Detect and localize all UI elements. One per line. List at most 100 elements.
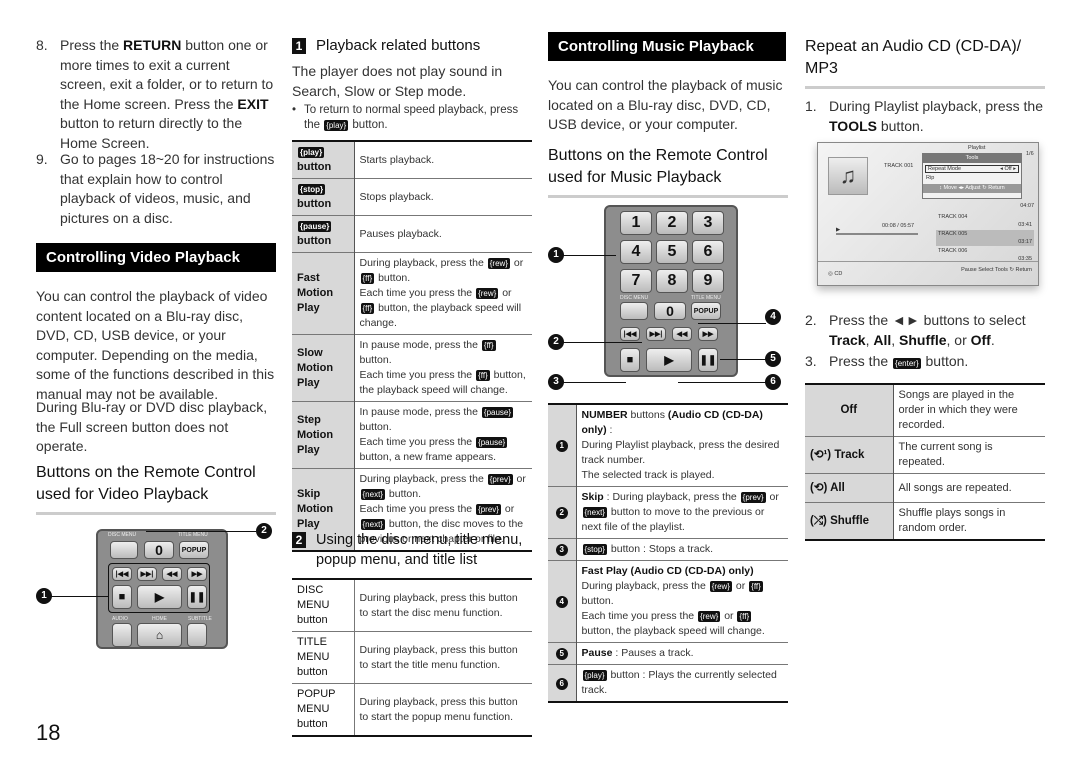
table-row: Off Songs are played in the order in whic… — [805, 383, 1045, 437]
next-key: ▶▶| — [137, 567, 157, 581]
callout-4: 4 — [765, 309, 781, 325]
ff-button-icon: {ff} — [749, 581, 763, 592]
play-key: ▶ — [646, 348, 692, 372]
row-description: Shuffle plays songs in random order. — [893, 502, 1045, 540]
row-description: During playback, press this button to st… — [353, 578, 532, 632]
playback-buttons-table: {play} button Starts playback. {stop} butt… — [292, 140, 532, 552]
row-label: POPUP MENU button — [292, 683, 354, 736]
subtitle-label: SUBTITLE — [188, 616, 212, 622]
table-row: (⟲) All All songs are repeated. — [805, 473, 1045, 503]
prev-button-icon: {prev} — [476, 504, 501, 515]
row-description: During playback, press this button to st… — [353, 631, 532, 684]
row-description: During playback, press the {rew} or {ff}… — [354, 252, 532, 335]
row-description: Stops playback. — [354, 178, 532, 216]
zero-key: 0 — [654, 302, 686, 320]
table-row: TITLE MENU button During playback, press … — [292, 631, 532, 684]
audio-key — [112, 623, 132, 647]
table-row: 4 Fast Play (Audio CD (CD-DA) only) During… — [548, 560, 788, 643]
table-row: {stop} button Stops playback. — [292, 178, 532, 216]
row-description: {play} button : Plays the currently sele… — [576, 664, 788, 702]
ff-button-icon: {ff} — [476, 370, 490, 381]
number-key-6: 6 — [692, 240, 724, 264]
step-2: 2. Press the ◄► buttons to select Track, … — [805, 312, 1026, 348]
table-row: Step Motion Play In pause mode, press the… — [292, 401, 532, 469]
rew-button-icon: {rew} — [476, 288, 499, 299]
row-description: NUMBER buttons (Audio CD (CD-DA) only) :… — [576, 403, 788, 487]
audio-label: AUDIO — [112, 616, 128, 622]
track-name: TRACK 006 — [938, 248, 968, 254]
row-description: The current song is repeated. — [893, 436, 1045, 474]
play-button-icon: {play} — [582, 670, 607, 681]
repeat-mode-option[interactable]: Repeat Mode ◂ Off ▸ — [925, 165, 1019, 173]
step-3-text: Press the {enter} button. — [829, 353, 969, 369]
play-button-icon: {play} — [298, 147, 325, 158]
number-key-1: 1 — [620, 211, 652, 235]
table-row: DISC MENU button During playback, press t… — [292, 578, 532, 632]
home-label: HOME — [152, 616, 167, 622]
page-number: 18 — [36, 720, 61, 745]
row-label: Step Motion Play — [292, 401, 355, 469]
table-row: 5 Pause : Pauses a track. — [548, 642, 788, 665]
number-key-8: 8 — [656, 269, 688, 293]
repeat-modes-table: Off Songs are played in the order in whic… — [805, 383, 1045, 541]
remote-heading-video: Buttons on the Remote Control used for V… — [36, 462, 276, 515]
callout-2: 2 — [548, 334, 564, 350]
music-buttons-table: 1 NUMBER buttons (Audio CD (CD-DA) only) … — [548, 403, 788, 703]
stop-key: ■ — [620, 348, 640, 372]
mode-label: Shuffle — [830, 514, 870, 527]
table-row: 3 {stop} button : Stops a track. — [548, 538, 788, 561]
bullet-text: To return to normal speed playback, pres… — [304, 104, 519, 131]
ff-button-icon: {ff} — [360, 273, 375, 284]
section-header-video: Controlling Video Playback — [36, 243, 276, 272]
repeat-all-icon: (⟲) — [810, 481, 831, 494]
rip-option[interactable]: Rip — [923, 175, 1021, 181]
playlist-track[interactable]: TRACK 004 03:41 — [936, 213, 1034, 229]
repeat-one-icon: (⟲¹) — [810, 448, 835, 461]
title-menu-label: TITLE MENU — [691, 295, 721, 301]
callout-number: 6 — [555, 677, 568, 690]
table-row: POPUP MENU button During playback, press … — [292, 683, 532, 736]
prev-button-icon: {prev} — [740, 492, 766, 503]
prev-button-icon: {prev} — [487, 474, 513, 485]
disc-icon: ◎ — [828, 271, 833, 277]
menu-buttons-table: DISC MENU button During playback, press t… — [292, 578, 532, 737]
row-label: {pause} button — [292, 215, 355, 253]
row-description: All songs are repeated. — [893, 473, 1045, 503]
callout-number: 5 — [555, 648, 568, 660]
disc-menu-label: DISC MENU — [108, 532, 137, 538]
track-duration: 03:17 — [1018, 239, 1032, 245]
rew-button-icon: {rew} — [709, 581, 732, 592]
table-row: (⟲¹) Track The current song is repeated. — [805, 436, 1045, 474]
zero-key: 0 — [144, 541, 174, 559]
track-name: TRACK 005 — [938, 231, 968, 237]
track-name: TRACK 004 — [938, 214, 968, 220]
note: The player does not play sound in Search… — [292, 63, 503, 99]
section-2-title: 2 Using the disc menu, title menu, popup … — [292, 530, 532, 570]
play-key: ▶ — [137, 585, 182, 609]
row-description: Skip : During playback, press the {prev}… — [576, 486, 788, 539]
mode-label: Track — [834, 448, 865, 461]
step-1: 1. During Playlist playback, press the TO… — [805, 98, 1043, 134]
row-description: Pauses playback. — [354, 215, 532, 253]
callout-number: 4 — [555, 596, 568, 608]
callout-3: 3 — [548, 374, 564, 390]
tools-menu-screenshot: ♫ TRACK 001 Playlist 1/6 Tools Repeat Mo… — [817, 142, 1039, 286]
table-row: 2 Skip : During playback, press the {prev… — [548, 486, 788, 539]
table-row: {pause} button Pauses playback. — [292, 215, 532, 253]
table-row: Slow Motion Play In pause mode, press the… — [292, 334, 532, 402]
mode-label: All — [830, 481, 845, 494]
video-intro: You can control the playback of video co… — [36, 288, 275, 402]
row-label: DISC MENU button — [292, 578, 354, 632]
stop-button-icon: {stop} — [582, 544, 607, 555]
callout-1: 1 — [548, 247, 564, 263]
row-label: Fast Motion Play — [292, 252, 355, 335]
play-button-icon: {play} — [324, 120, 349, 131]
repeat-heading: Repeat an Audio CD (CD-DA)/ MP3 — [805, 36, 1045, 89]
playlist-track[interactable]: TRACK 005 03:17 — [936, 230, 1034, 246]
prev-key: |◀◀ — [112, 567, 132, 581]
callout-number: 2 — [555, 507, 568, 519]
video-remote-illustration: DISC MENU TITLE MENU 0 POPUP |◀◀ ▶▶| ◀◀ … — [36, 523, 276, 665]
music-intro: You can control the playback of music lo… — [548, 77, 783, 132]
enter-button-icon: {enter} — [893, 358, 921, 369]
remote-heading-music: Buttons on the Remote Control used for M… — [548, 145, 788, 198]
